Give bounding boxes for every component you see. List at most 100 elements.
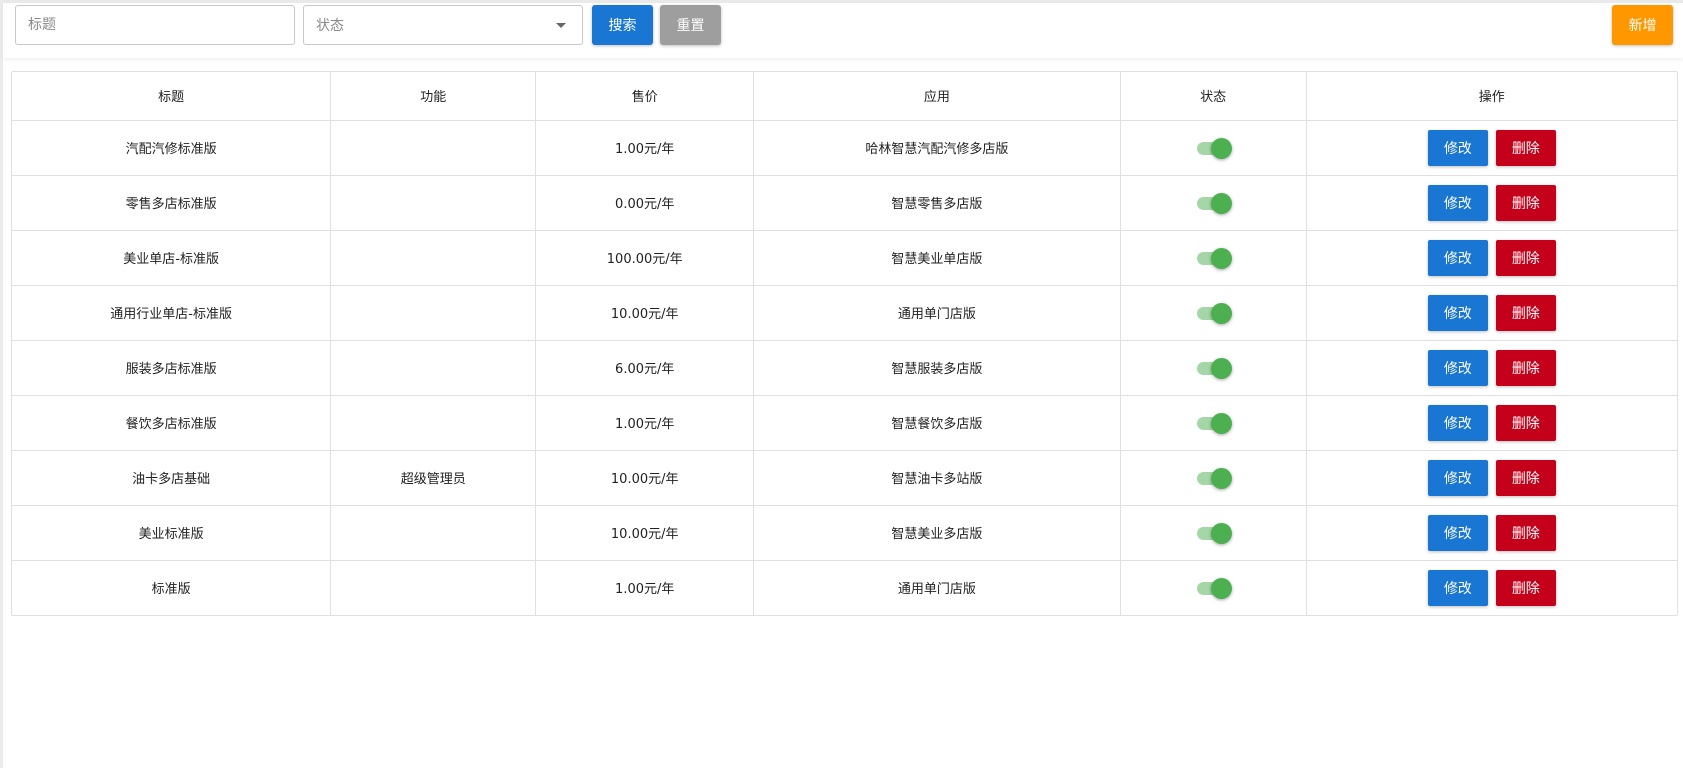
status-toggle[interactable] <box>1195 522 1233 544</box>
delete-button[interactable]: 删除 <box>1495 349 1556 386</box>
toggle-thumb <box>1211 192 1233 214</box>
cell-app: 通用单门店版 <box>753 560 1121 615</box>
edit-button[interactable]: 修改 <box>1427 404 1488 441</box>
page: 状态 搜索 重置 新增 标题 功能 售价 应用 状态 <box>0 0 1683 768</box>
cell-title: 标准版 <box>12 560 332 615</box>
delete-button[interactable]: 删除 <box>1495 239 1556 276</box>
cell-price: 10.00元/年 <box>535 505 755 561</box>
delete-button[interactable]: 删除 <box>1495 569 1556 606</box>
delete-button[interactable]: 删除 <box>1495 129 1556 166</box>
status-toggle[interactable] <box>1195 137 1233 159</box>
cell-actions: 修改 删除 <box>1306 560 1677 615</box>
cell-actions: 修改 删除 <box>1306 505 1677 561</box>
column-header-title: 标题 <box>12 72 332 121</box>
cell-price: 6.00元/年 <box>535 340 755 396</box>
add-button[interactable]: 新增 <box>1612 5 1673 45</box>
table-row: 美业标准版 10.00元/年 智慧美业多店版 修改 删除 <box>12 505 1677 561</box>
cell-status <box>1120 175 1307 231</box>
toggle-thumb <box>1211 577 1233 599</box>
cell-title: 美业单店-标准版 <box>12 230 332 286</box>
cell-title: 餐饮多店标准版 <box>12 395 332 451</box>
cell-price: 10.00元/年 <box>535 285 755 341</box>
delete-button[interactable]: 删除 <box>1495 459 1556 496</box>
reset-button[interactable]: 重置 <box>660 5 721 45</box>
status-toggle[interactable] <box>1195 412 1233 434</box>
edit-button[interactable]: 修改 <box>1427 349 1488 386</box>
row-actions: 修改 删除 <box>1307 514 1677 551</box>
status-toggle[interactable] <box>1195 357 1233 379</box>
cell-app: 智慧零售多店版 <box>753 175 1121 231</box>
cell-app: 通用单门店版 <box>753 285 1121 341</box>
table-row: 零售多店标准版 0.00元/年 智慧零售多店版 修改 删除 <box>12 175 1677 231</box>
column-header-app: 应用 <box>753 72 1121 121</box>
cell-app: 智慧服装多店版 <box>753 340 1121 396</box>
row-actions: 修改 删除 <box>1307 184 1677 221</box>
cell-title: 通用行业单店-标准版 <box>12 285 332 341</box>
cell-app: 智慧餐饮多店版 <box>753 395 1121 451</box>
cell-title: 油卡多店基础 <box>12 450 332 506</box>
cell-app: 智慧美业单店版 <box>753 230 1121 286</box>
edit-button[interactable]: 修改 <box>1427 294 1488 331</box>
delete-button[interactable]: 删除 <box>1495 294 1556 331</box>
cell-title: 服装多店标准版 <box>12 340 332 396</box>
status-toggle[interactable] <box>1195 302 1233 324</box>
cell-app: 智慧美业多店版 <box>753 505 1121 561</box>
row-actions: 修改 删除 <box>1307 129 1677 166</box>
title-search-input[interactable] <box>15 5 295 45</box>
toggle-thumb <box>1211 522 1233 544</box>
cell-feature <box>330 230 537 286</box>
cell-actions: 修改 删除 <box>1306 285 1677 341</box>
cell-actions: 修改 删除 <box>1306 450 1677 506</box>
row-actions: 修改 删除 <box>1307 404 1677 441</box>
table-header-row: 标题 功能 售价 应用 状态 操作 <box>12 72 1677 121</box>
toggle-thumb <box>1211 357 1233 379</box>
column-header-price: 售价 <box>535 72 755 121</box>
cell-feature <box>330 505 537 561</box>
cell-status <box>1120 285 1307 341</box>
status-toggle[interactable] <box>1195 247 1233 269</box>
column-header-actions: 操作 <box>1306 72 1677 121</box>
edit-button[interactable]: 修改 <box>1427 239 1488 276</box>
delete-button[interactable]: 删除 <box>1495 514 1556 551</box>
toggle-thumb <box>1211 467 1233 489</box>
cell-feature <box>330 340 537 396</box>
status-toggle[interactable] <box>1195 577 1233 599</box>
toggle-thumb <box>1211 412 1233 434</box>
cell-price: 0.00元/年 <box>535 175 755 231</box>
cell-app: 哈林智慧汽配汽修多店版 <box>753 120 1121 176</box>
cell-status <box>1120 395 1307 451</box>
cell-app: 智慧油卡多站版 <box>753 450 1121 506</box>
cell-status <box>1120 230 1307 286</box>
delete-button[interactable]: 删除 <box>1495 404 1556 441</box>
row-actions: 修改 删除 <box>1307 349 1677 386</box>
edit-button[interactable]: 修改 <box>1427 459 1488 496</box>
row-actions: 修改 删除 <box>1307 239 1677 276</box>
table-row: 服装多店标准版 6.00元/年 智慧服装多店版 修改 删除 <box>12 340 1677 396</box>
cell-status <box>1120 120 1307 176</box>
cell-actions: 修改 删除 <box>1306 120 1677 176</box>
cell-price: 10.00元/年 <box>535 450 755 506</box>
plan-table-container: 标题 功能 售价 应用 状态 操作 汽配汽修标准版 1.00元/年 哈林智慧汽配汽修… <box>11 71 1678 616</box>
edit-button[interactable]: 修改 <box>1427 569 1488 606</box>
cell-status <box>1120 450 1307 506</box>
plan-table: 标题 功能 售价 应用 状态 操作 汽配汽修标准版 1.00元/年 哈林智慧汽配汽修… <box>12 72 1677 615</box>
table-body: 汽配汽修标准版 1.00元/年 哈林智慧汽配汽修多店版 修改 删除 零售多店标准版 0.00… <box>12 120 1677 615</box>
edit-button[interactable]: 修改 <box>1427 129 1488 166</box>
table-row: 通用行业单店-标准版 10.00元/年 通用单门店版 修改 删除 <box>12 285 1677 341</box>
column-header-status: 状态 <box>1120 72 1307 121</box>
status-toggle[interactable] <box>1195 467 1233 489</box>
cell-feature: 超级管理员 <box>330 450 537 506</box>
cell-actions: 修改 删除 <box>1306 230 1677 286</box>
edit-button[interactable]: 修改 <box>1427 184 1488 221</box>
filter-toolbar: 状态 搜索 重置 新增 <box>3 0 1683 58</box>
search-button[interactable]: 搜索 <box>592 5 653 45</box>
edit-button[interactable]: 修改 <box>1427 514 1488 551</box>
status-toggle[interactable] <box>1195 192 1233 214</box>
column-header-feature: 功能 <box>330 72 537 121</box>
cell-actions: 修改 删除 <box>1306 395 1677 451</box>
delete-button[interactable]: 删除 <box>1495 184 1556 221</box>
cell-price: 100.00元/年 <box>535 230 755 286</box>
toggle-thumb <box>1211 247 1233 269</box>
status-select[interactable]: 状态 <box>303 5 583 45</box>
row-actions: 修改 删除 <box>1307 294 1677 331</box>
